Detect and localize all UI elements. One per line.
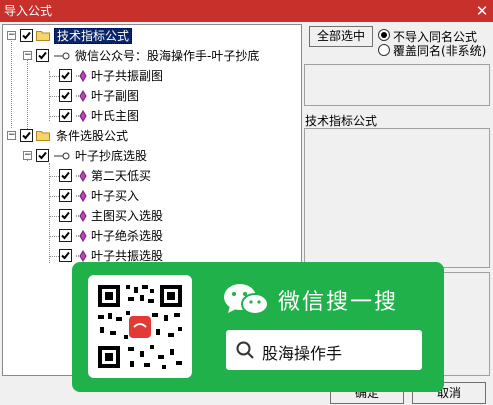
wechat-search-heading: 微信搜一搜 [278, 290, 399, 315]
checkbox-checked[interactable] [59, 69, 72, 82]
formula-icon [76, 70, 87, 82]
folder-icon [36, 131, 50, 141]
wechat-search-text: 股海操作手 [262, 344, 343, 363]
key-icon [54, 52, 70, 60]
close-icon[interactable]: ✕ [471, 0, 493, 22]
radio-skip-same[interactable] [378, 29, 390, 41]
tree-node-label: 叶子抄底选股 [75, 149, 148, 163]
tree-node-label: 叶子买入 [91, 189, 140, 203]
checkbox-checked[interactable] [36, 149, 49, 162]
tree-node-wechat-group[interactable]: − 微信公众号：股海操作手-叶子抄底 [3, 47, 301, 65]
checkbox-checked[interactable] [59, 189, 72, 202]
tree-node-label: 微信公众号：股海操作手-叶子抄底 [75, 49, 260, 63]
title-bar: 导入公式 ✕ [0, 0, 493, 22]
info-panel [304, 64, 490, 106]
tree-node-group[interactable]: − 叶子抄底选股 [3, 147, 301, 165]
tree-node-formula[interactable]: 叶子绝杀选股 [3, 227, 301, 245]
tree-node-label: 主图买入选股 [91, 209, 164, 223]
checkbox-checked[interactable] [59, 229, 72, 242]
tree-node-condition[interactable]: − 条件选股公式 [3, 127, 301, 145]
wechat-search-box: 股海操作手 [226, 330, 422, 370]
tree-node-label: 条件选股公式 [56, 129, 129, 143]
tree-node-formula[interactable]: 叶子共振副图 [3, 67, 301, 85]
tree-node-label: 叶子共振副图 [91, 69, 164, 83]
checkbox-checked[interactable] [20, 29, 33, 42]
search-icon [236, 341, 254, 359]
checkbox-checked[interactable] [36, 49, 49, 62]
radio-overwrite[interactable] [378, 44, 390, 56]
formula-icon [76, 190, 87, 202]
qr-code [88, 275, 192, 378]
key-icon [54, 152, 70, 160]
tree-node-formula[interactable]: 叶子副图 [3, 87, 301, 105]
tree-node-label: 叶子绝杀选股 [91, 229, 164, 243]
checkbox-checked[interactable] [59, 169, 72, 182]
tree-node-formula[interactable]: 主图买入选股 [3, 207, 301, 225]
tree-node-technical[interactable]: − 技术指标公式 [3, 27, 301, 45]
formula-icon [76, 250, 87, 262]
formula-icon [76, 90, 87, 102]
collapse-icon[interactable]: − [7, 131, 16, 140]
description-panel[interactable] [304, 128, 490, 268]
tree-node-formula[interactable]: 叶子买入 [3, 187, 301, 205]
checkbox-checked[interactable] [59, 249, 72, 262]
formula-icon [76, 110, 87, 122]
tree-node-label: 技术指标公式 [54, 28, 133, 44]
window-title: 导入公式 [4, 4, 53, 18]
checkbox-checked[interactable] [59, 209, 72, 222]
tree-node-label: 叶子副图 [91, 89, 140, 103]
qr-code-icon [98, 285, 182, 369]
select-all-button[interactable]: 全部选中 [309, 26, 373, 47]
wechat-search-banner: 微信搜一搜 股海操作手 [72, 262, 444, 392]
tree-node-label: 第二天低买 [91, 169, 152, 183]
wechat-logo-icon [224, 284, 269, 315]
tree-node-label: 叶氏主图 [91, 109, 140, 123]
checkbox-checked[interactable] [59, 89, 72, 102]
tree-node-formula[interactable]: 叶氏主图 [3, 107, 301, 125]
section-label: 技术指标公式 [305, 114, 378, 128]
collapse-icon[interactable]: − [7, 31, 16, 40]
checkbox-checked[interactable] [59, 109, 72, 122]
formula-icon [76, 210, 87, 222]
formula-icon [76, 230, 87, 242]
collapse-icon[interactable]: − [23, 51, 32, 60]
formula-icon [76, 170, 87, 182]
tree-node-formula[interactable]: 第二天低买 [3, 167, 301, 185]
collapse-icon[interactable]: − [23, 151, 32, 160]
folder-icon [36, 31, 50, 41]
radio-overwrite-label: 覆盖同名(非系统) [393, 44, 487, 58]
checkbox-checked[interactable] [20, 129, 33, 142]
